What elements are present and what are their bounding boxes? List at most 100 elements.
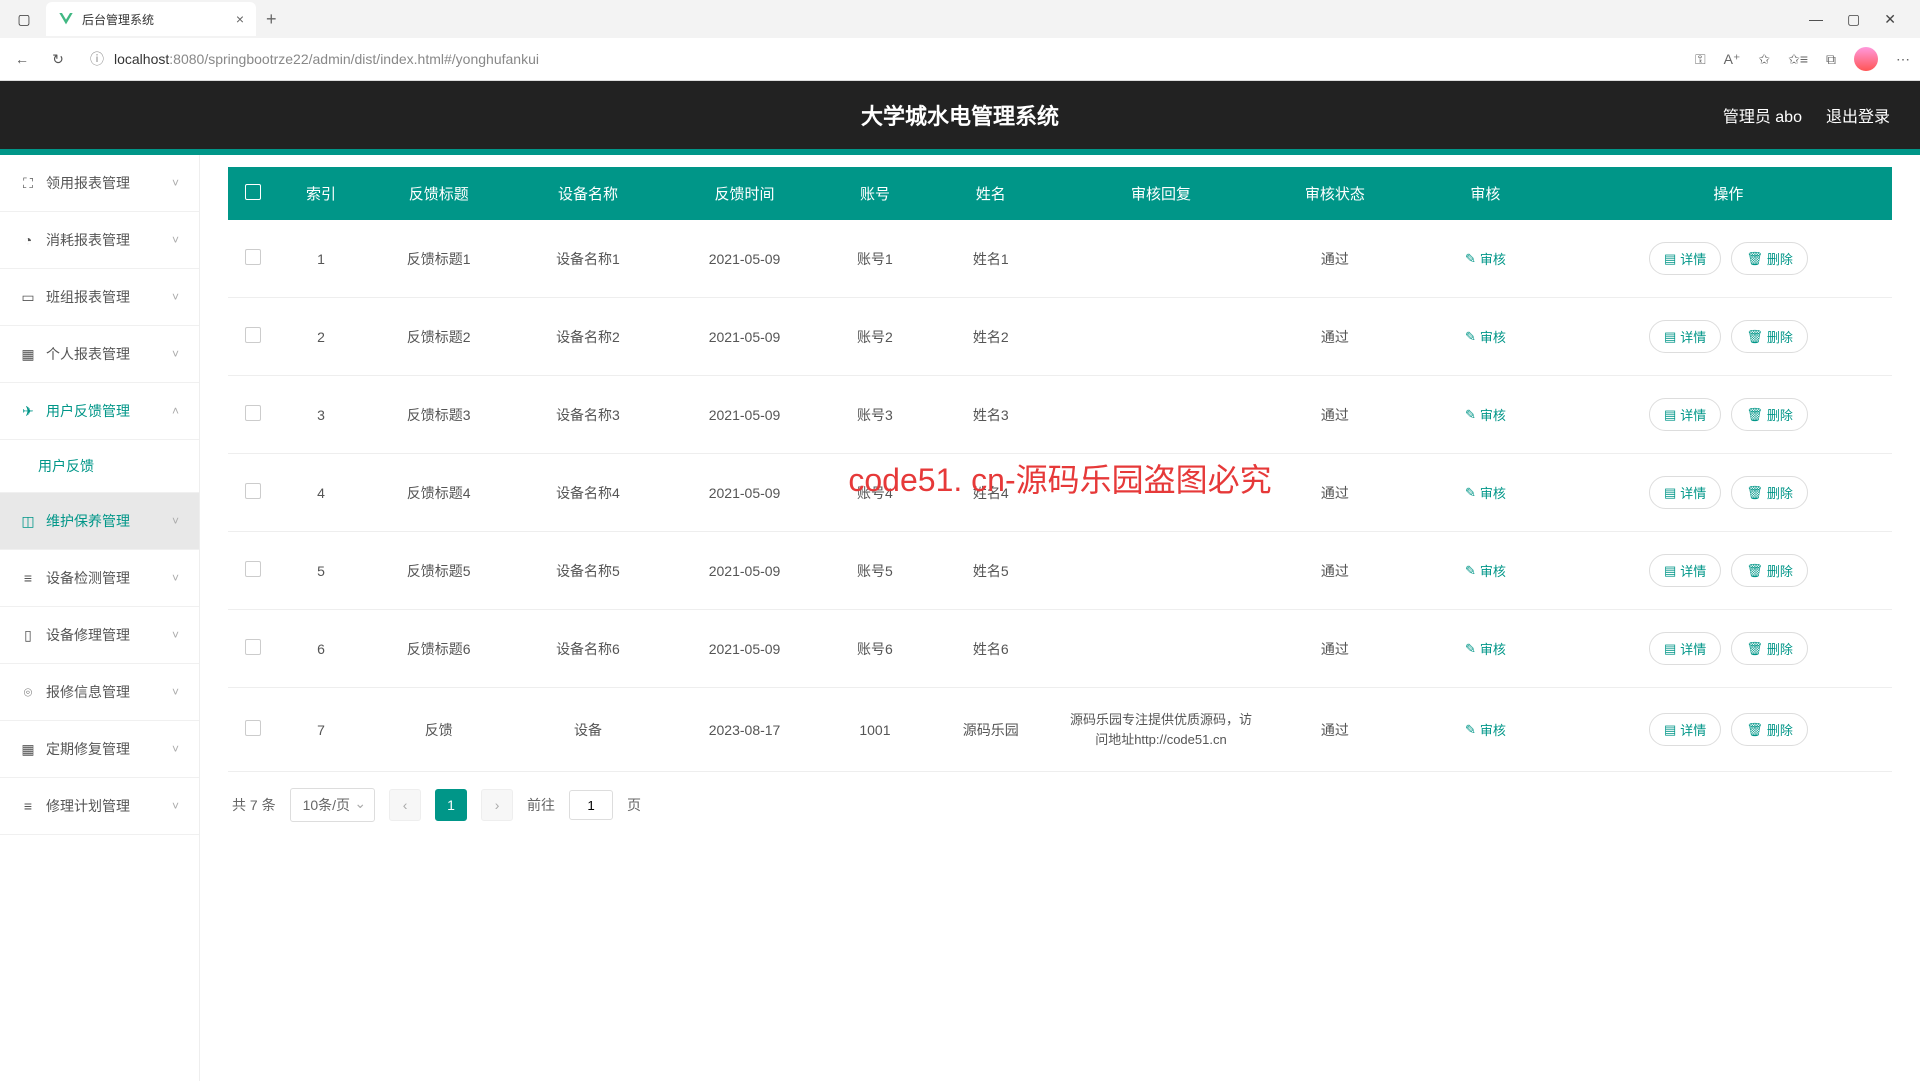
delete-button[interactable]: 🗑删除 (1731, 713, 1808, 746)
chevron-down-icon: ˅ (172, 799, 179, 813)
collections-icon[interactable]: ⧉ (1826, 51, 1836, 68)
trash-icon: 🗑 (1746, 563, 1763, 579)
cell-audit: ✎审核 (1406, 220, 1565, 298)
column-header: 审核回复 (1058, 167, 1264, 220)
sidebar-item-8[interactable]: ⌾ 报修信息管理 ˅ (0, 664, 199, 721)
site-info-icon[interactable]: ⓘ (90, 49, 104, 69)
row-checkbox[interactable] (245, 483, 261, 499)
star-outline-icon[interactable]: ✩ (1758, 51, 1770, 68)
cell-name: 姓名2 (923, 298, 1058, 376)
close-window-button[interactable]: ✕ (1884, 11, 1896, 28)
new-tab-button[interactable]: + (266, 9, 277, 30)
cell-time: 2021-05-09 (663, 376, 827, 454)
profile-avatar[interactable] (1854, 47, 1878, 71)
logout-button[interactable]: 退出登录 (1826, 103, 1890, 127)
sidebar-item-4[interactable]: ✈ 用户反馈管理 ˄ (0, 383, 199, 440)
tab-list-button[interactable]: ▢ (8, 3, 40, 35)
delete-button[interactable]: 🗑删除 (1731, 554, 1808, 587)
tab-bar: ▢ 后台管理系统 × + — ▢ ✕ (0, 0, 1920, 38)
menu-label: 领用报表管理 (46, 173, 130, 193)
cell-ops: ▤详情 🗑删除 (1565, 376, 1892, 454)
detail-button[interactable]: ▤详情 (1649, 476, 1721, 509)
select-all-checkbox[interactable] (245, 184, 261, 200)
detail-button[interactable]: ▤详情 (1649, 242, 1721, 275)
row-checkbox[interactable] (245, 561, 261, 577)
edit-icon: ✎ (1465, 485, 1476, 501)
chevron-down-icon: ˅ (172, 685, 179, 699)
back-button[interactable]: ← (10, 47, 34, 71)
submenu-item[interactable]: 用户反馈 (0, 440, 199, 493)
column-header: 设备名称 (513, 167, 662, 220)
read-aloud-icon[interactable]: A⁺ (1724, 51, 1741, 68)
refresh-button[interactable]: ↻ (46, 47, 70, 71)
detail-button[interactable]: ▤详情 (1649, 632, 1721, 665)
delete-button[interactable]: 🗑删除 (1731, 398, 1808, 431)
next-page-button[interactable]: › (481, 789, 513, 821)
delete-button[interactable]: 🗑删除 (1731, 476, 1808, 509)
cell-status: 通过 (1264, 220, 1406, 298)
audit-button[interactable]: ✎审核 (1451, 243, 1520, 274)
audit-button[interactable]: ✎审核 (1451, 633, 1520, 664)
table-header: 索引反馈标题设备名称反馈时间账号姓名审核回复审核状态审核操作 (228, 167, 1892, 220)
sidebar-item-10[interactable]: ≡ 修理计划管理 ˅ (0, 778, 199, 835)
maximize-button[interactable]: ▢ (1847, 11, 1860, 28)
delete-button[interactable]: 🗑删除 (1731, 632, 1808, 665)
cell-time: 2021-05-09 (663, 220, 827, 298)
table-row: 4 反馈标题4 设备名称4 2021-05-09 账号4 姓名4 通过 ✎审核 … (228, 454, 1892, 532)
sidebar-item-7[interactable]: ▯ 设备修理管理 ˅ (0, 607, 199, 664)
sidebar-item-0[interactable]: ⛶ 领用报表管理 ˅ (0, 155, 199, 212)
minimize-button[interactable]: — (1809, 11, 1823, 28)
delete-button[interactable]: 🗑删除 (1731, 242, 1808, 275)
trash-icon: 🗑 (1746, 485, 1763, 501)
detail-button[interactable]: ▤详情 (1649, 398, 1721, 431)
detail-button[interactable]: ▤详情 (1649, 554, 1721, 587)
sidebar-item-1[interactable]: ◔ 消耗报表管理 ˅ (0, 212, 199, 269)
row-checkbox[interactable] (245, 405, 261, 421)
row-checkbox[interactable] (245, 720, 261, 736)
vue-favicon-icon (58, 11, 74, 27)
chevron-down-icon: ˅ (172, 290, 179, 304)
row-checkbox[interactable] (245, 249, 261, 265)
sidebar-item-6[interactable]: ≡ 设备检测管理 ˅ (0, 550, 199, 607)
admin-label[interactable]: 管理员 abo (1723, 103, 1802, 127)
row-checkbox[interactable] (245, 327, 261, 343)
url-box[interactable]: ⓘ localhost:8080/springbootrze22/admin/d… (82, 43, 1683, 75)
menu-label: 个人报表管理 (46, 344, 130, 364)
audit-button[interactable]: ✎审核 (1451, 321, 1520, 352)
sidebar-item-9[interactable]: ▦ 定期修复管理 ˅ (0, 721, 199, 778)
sidebar-item-5[interactable]: ◫ 维护保养管理 ˅ (0, 493, 199, 550)
cell-reply (1058, 532, 1264, 610)
header-right: 管理员 abo 退出登录 (1723, 103, 1890, 127)
audit-button[interactable]: ✎审核 (1451, 399, 1520, 430)
chevron-down-icon: ˅ (172, 628, 179, 642)
audit-button[interactable]: ✎审核 (1451, 714, 1520, 745)
delete-button[interactable]: 🗑删除 (1731, 320, 1808, 353)
cell-title: 反馈 (364, 688, 513, 772)
table-row: 2 反馈标题2 设备名称2 2021-05-09 账号2 姓名2 通过 ✎审核 … (228, 298, 1892, 376)
detail-button[interactable]: ▤详情 (1649, 320, 1721, 353)
page-size-select[interactable]: 10条/页 (290, 788, 375, 822)
sidebar-item-3[interactable]: ▦ 个人报表管理 ˅ (0, 326, 199, 383)
favorites-icon[interactable]: ✩≡ (1788, 51, 1808, 68)
cell-audit: ✎审核 (1406, 376, 1565, 454)
audit-button[interactable]: ✎审核 (1451, 555, 1520, 586)
page-1-button[interactable]: 1 (435, 789, 467, 821)
menu-label: 维护保养管理 (46, 511, 130, 531)
goto-page-input[interactable] (569, 790, 613, 820)
cell-device: 设备名称5 (513, 532, 662, 610)
sidebar-item-2[interactable]: ▭ 班组报表管理 ˅ (0, 269, 199, 326)
trash-icon: 🗑 (1746, 407, 1763, 423)
cell-account: 账号6 (827, 610, 924, 688)
prev-page-button[interactable]: ‹ (389, 789, 421, 821)
tab-title: 后台管理系统 (82, 11, 228, 28)
more-icon[interactable]: ⋯ (1896, 51, 1910, 68)
detail-button[interactable]: ▤详情 (1649, 713, 1721, 746)
cell-title: 反馈标题2 (364, 298, 513, 376)
browser-tab[interactable]: 后台管理系统 × (46, 2, 256, 36)
menu-label: 设备修理管理 (46, 625, 130, 645)
close-tab-icon[interactable]: × (236, 11, 244, 27)
row-checkbox[interactable] (245, 639, 261, 655)
key-icon[interactable]: ⚿ (1695, 51, 1706, 68)
audit-button[interactable]: ✎审核 (1451, 477, 1520, 508)
menu-icon: ≡ (20, 798, 36, 814)
